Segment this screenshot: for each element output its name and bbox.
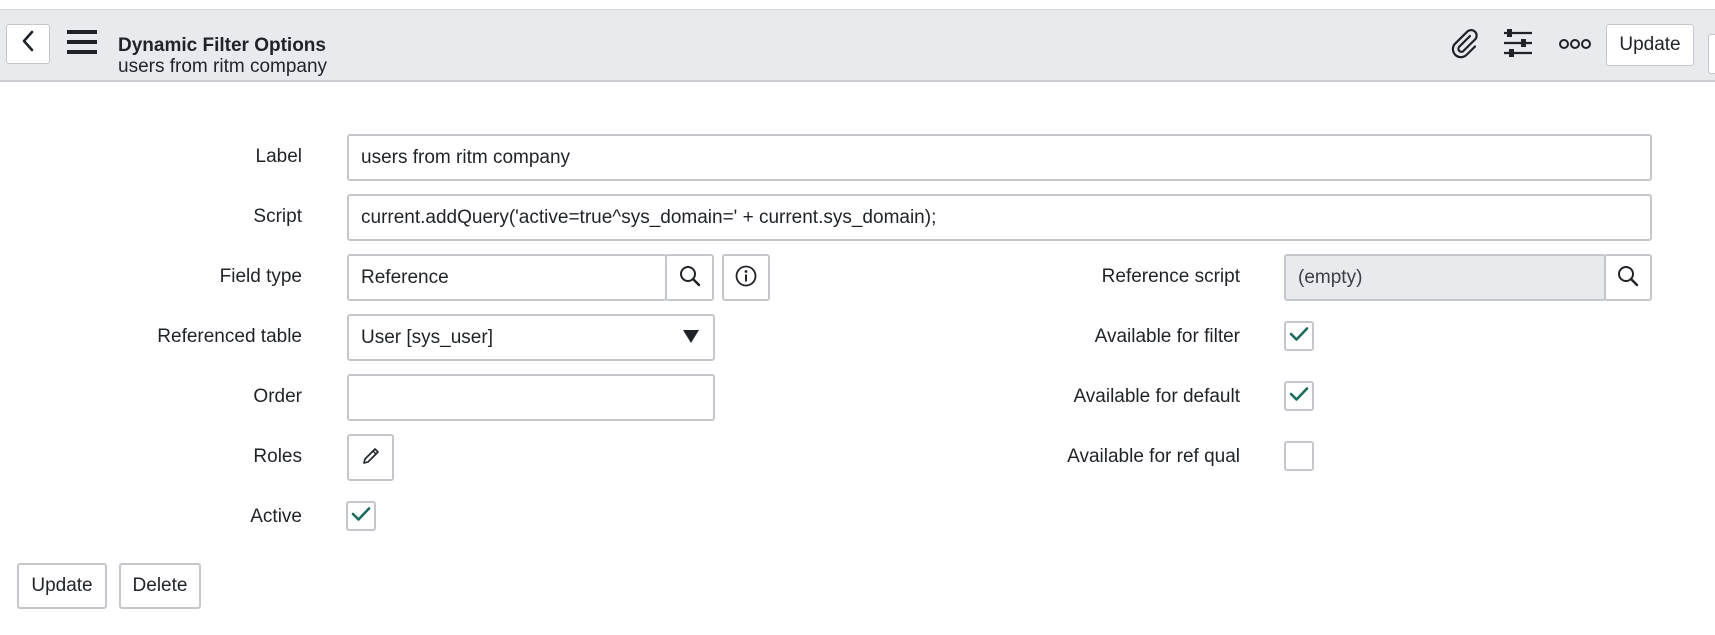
order-input[interactable] (347, 374, 715, 421)
reference-script-caption: Reference script (1101, 266, 1240, 287)
more-options-icon (1558, 37, 1592, 54)
field-type-input[interactable] (347, 254, 667, 301)
available-for-default-caption: Available for default (1073, 386, 1240, 407)
roles-edit-button[interactable] (347, 434, 394, 481)
menu-button[interactable] (66, 26, 98, 60)
field-type-caption: Field type (219, 266, 302, 287)
personalize-form-button[interactable] (1501, 26, 1535, 62)
label-field-caption: Label (255, 146, 303, 167)
available-for-ref-qual-caption: Available for ref qual (1067, 446, 1240, 467)
referenced-table-caption: Referenced table (157, 326, 302, 347)
info-icon (735, 265, 757, 290)
search-icon (679, 265, 701, 290)
paperclip-icon (1448, 27, 1480, 62)
checkmark-icon (351, 506, 371, 527)
record-subtitle: users from ritm company (118, 56, 328, 77)
available-for-ref-qual-checkbox[interactable] (1284, 441, 1314, 471)
delete-button[interactable]: Delete (119, 563, 201, 609)
available-for-default-checkbox[interactable] (1284, 381, 1314, 411)
checkmark-icon (1289, 326, 1309, 347)
back-button[interactable] (6, 24, 50, 64)
available-for-filter-caption: Available for filter (1094, 326, 1240, 347)
order-caption: Order (253, 386, 302, 407)
available-for-filter-checkbox[interactable] (1284, 321, 1314, 351)
active-checkbox[interactable] (346, 501, 376, 531)
sliders-icon (1502, 27, 1534, 62)
header-overflow-button[interactable] (1708, 34, 1715, 74)
header-update-button[interactable]: Update (1606, 24, 1694, 66)
form-header: Dynamic Filter Options users from ritm c… (0, 10, 1715, 82)
label-input[interactable] (347, 134, 1652, 181)
referenced-table-select[interactable]: User [sys_user] (347, 314, 715, 361)
referenced-table-value: User [sys_user] (361, 326, 493, 348)
search-icon (1617, 265, 1639, 290)
reference-script-input[interactable] (1284, 254, 1606, 301)
attachment-button[interactable] (1447, 26, 1481, 62)
update-button[interactable]: Update (17, 563, 107, 609)
hamburger-icon (66, 28, 98, 59)
dropdown-arrow-icon (683, 330, 699, 343)
checkmark-icon (1289, 386, 1309, 407)
roles-caption: Roles (253, 446, 302, 467)
reference-script-lookup-button[interactable] (1604, 254, 1652, 301)
more-options-button[interactable] (1557, 30, 1593, 60)
active-caption: Active (250, 506, 302, 527)
page-title: Dynamic Filter Options (118, 35, 326, 56)
pencil-icon (361, 446, 381, 469)
field-type-info-button[interactable] (722, 254, 770, 301)
script-field-caption: Script (253, 206, 302, 227)
browser-top-strip (0, 0, 1715, 10)
script-input[interactable] (347, 194, 1652, 241)
field-type-lookup-button[interactable] (665, 254, 714, 301)
chevron-left-icon (21, 30, 35, 58)
